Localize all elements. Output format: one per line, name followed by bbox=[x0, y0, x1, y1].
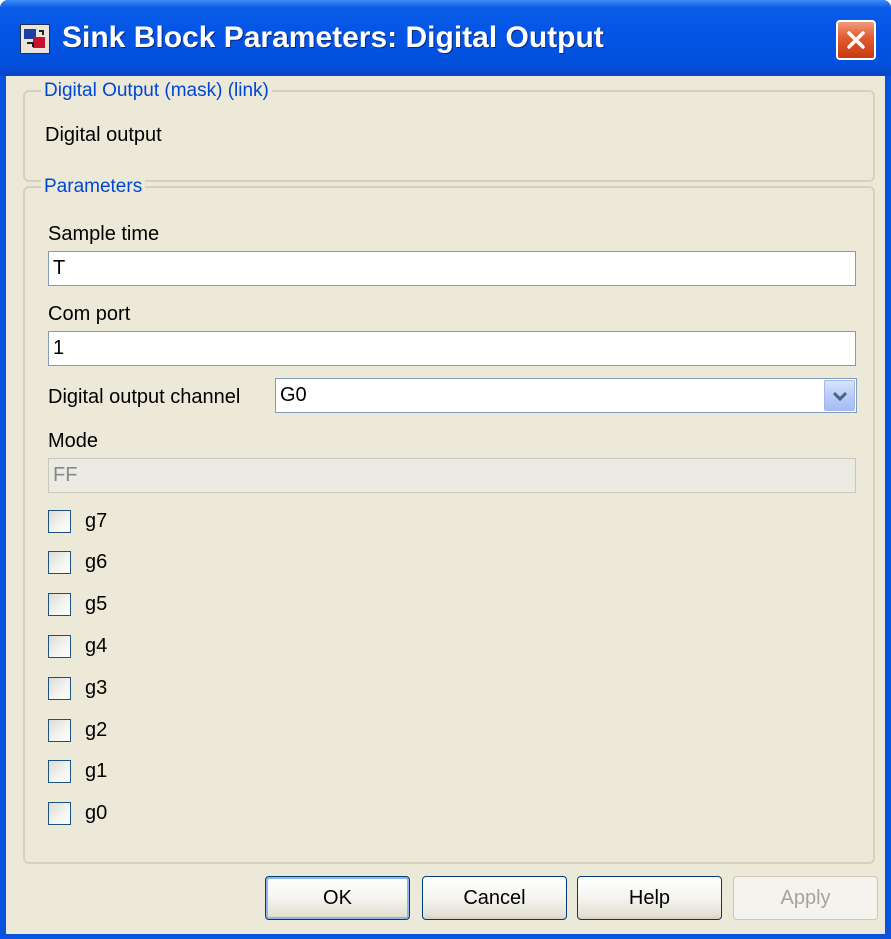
checkbox-row-g4[interactable]: g4 bbox=[48, 632, 248, 662]
apply-button[interactable]: Apply bbox=[733, 876, 878, 920]
checkbox-g1[interactable] bbox=[48, 760, 71, 783]
checkbox-row-g6[interactable]: g6 bbox=[48, 548, 248, 578]
checkbox-label-g6: g6 bbox=[85, 551, 108, 573]
checkbox-row-g7[interactable]: g7 bbox=[48, 507, 248, 537]
help-button[interactable]: Help bbox=[577, 876, 722, 920]
parameters-group-legend: Parameters bbox=[41, 175, 146, 199]
checkbox-label-g0: g0 bbox=[85, 802, 108, 824]
digital-output-channel-label: Digital output channel bbox=[48, 386, 241, 408]
checkbox-g7[interactable] bbox=[48, 510, 71, 533]
window-title: Sink Block Parameters: Digital Output bbox=[62, 21, 604, 54]
checkbox-row-g1[interactable]: g1 bbox=[48, 757, 248, 787]
close-icon bbox=[847, 31, 865, 49]
checkbox-label-g7: g7 bbox=[85, 510, 108, 532]
ok-button[interactable]: OK bbox=[265, 876, 410, 920]
checkbox-label-g4: g4 bbox=[85, 635, 108, 657]
cancel-button[interactable]: Cancel bbox=[422, 876, 567, 920]
title-bar[interactable]: Sink Block Parameters: Digital Output bbox=[0, 0, 891, 76]
close-button[interactable] bbox=[836, 20, 876, 60]
checkbox-row-g3[interactable]: g3 bbox=[48, 674, 248, 704]
description-group: Digital Output (mask) (link) Digital out… bbox=[23, 79, 875, 182]
checkbox-label-g1: g1 bbox=[85, 760, 108, 782]
checkbox-row-g5[interactable]: g5 bbox=[48, 590, 248, 620]
digital-output-channel-select[interactable]: G0 bbox=[275, 378, 857, 413]
checkbox-label-g2: g2 bbox=[85, 719, 108, 741]
simulink-block-icon[interactable] bbox=[20, 24, 50, 54]
description-text: Digital output bbox=[45, 124, 162, 146]
checkbox-row-g2[interactable]: g2 bbox=[48, 716, 248, 746]
checkbox-g2[interactable] bbox=[48, 719, 71, 742]
checkbox-label-g5: g5 bbox=[85, 593, 108, 615]
com-port-label: Com port bbox=[48, 303, 131, 325]
sample-time-input[interactable]: T bbox=[48, 251, 856, 286]
com-port-input[interactable]: 1 bbox=[48, 331, 856, 366]
digital-output-channel-value: G0 bbox=[280, 384, 307, 406]
checkbox-g6[interactable] bbox=[48, 551, 71, 574]
dropdown-button[interactable] bbox=[824, 380, 855, 411]
checkbox-g4[interactable] bbox=[48, 635, 71, 658]
description-group-legend: Digital Output (mask) (link) bbox=[41, 79, 272, 103]
dialog-window: Sink Block Parameters: Digital Output Di… bbox=[0, 0, 891, 939]
checkbox-g5[interactable] bbox=[48, 593, 71, 616]
checkbox-g0[interactable] bbox=[48, 802, 71, 825]
checkbox-g3[interactable] bbox=[48, 677, 71, 700]
sample-time-label: Sample time bbox=[48, 223, 160, 245]
mode-input: FF bbox=[48, 458, 856, 493]
mode-label: Mode bbox=[48, 430, 99, 452]
chevron-down-icon bbox=[833, 391, 847, 402]
dialog-body: Digital Output (mask) (link) Digital out… bbox=[6, 76, 885, 934]
checkbox-label-g3: g3 bbox=[85, 677, 108, 699]
checkbox-row-g0[interactable]: g0 bbox=[48, 799, 248, 829]
